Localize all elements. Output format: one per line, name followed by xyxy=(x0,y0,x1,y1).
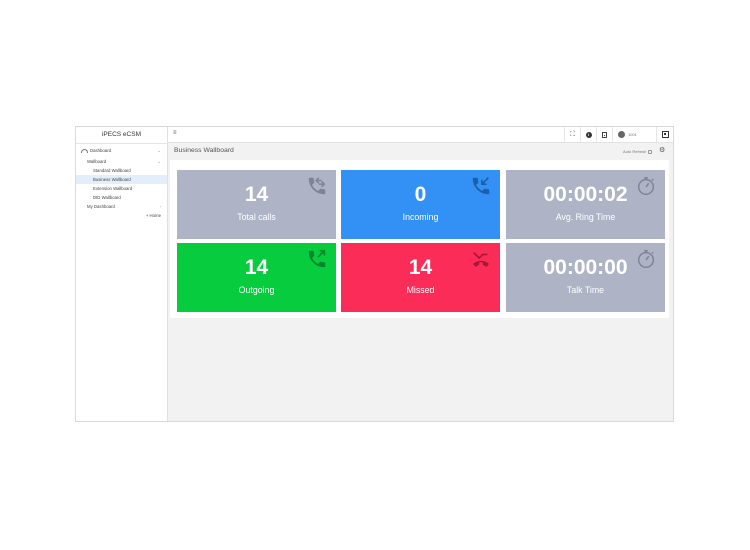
tile-value: 00:00:02 xyxy=(543,183,628,206)
tile-label: Missed xyxy=(406,285,435,295)
dashboard-icon xyxy=(81,148,88,153)
tile-value: 14 xyxy=(244,256,269,279)
auto-refresh-toggle[interactable]: Auto Refresh xyxy=(623,149,653,154)
tile-incoming: 0 Incoming xyxy=(341,170,500,239)
sidebar-item-label: Wallboard xyxy=(87,159,107,164)
brand-title: iPECS eCSM xyxy=(76,127,167,144)
document-icon xyxy=(602,131,607,138)
tile-label: Incoming xyxy=(402,212,439,222)
tile-missed: 14 Missed xyxy=(341,243,500,312)
add-home-link[interactable]: + Home xyxy=(76,211,167,220)
tile-value: 0 xyxy=(414,183,427,206)
sidebar-item-did-wallboard[interactable]: DID Wallboard xyxy=(76,193,167,202)
tile-label: Talk Time xyxy=(566,285,605,295)
sidebar-item-extension-wallboard[interactable]: Extension Wallboard xyxy=(76,184,167,193)
sidebar-item-label: Standard Wallboard xyxy=(93,168,131,173)
sidebar: iPECS eCSM Dashboard ⌄ Wallboard ⌄ Stand… xyxy=(76,127,168,421)
tile-label: Avg. Ring Time xyxy=(555,212,616,222)
app-window: iPECS eCSM Dashboard ⌄ Wallboard ⌄ Stand… xyxy=(75,126,674,422)
top-bar: ≡ ⛶ i 1001 xyxy=(168,127,673,143)
fullscreen-button[interactable]: ⛶ xyxy=(564,127,580,142)
tile-value: 14 xyxy=(408,256,433,279)
hamburger-menu-icon[interactable]: ≡ xyxy=(173,130,177,136)
avatar xyxy=(618,131,625,138)
tile-value: 14 xyxy=(244,183,269,206)
wallboard-panel: 14 Total calls 0 Incoming 00:00:02 Avg. … xyxy=(170,160,669,318)
user-menu[interactable]: 1001 xyxy=(612,127,656,142)
page-title: Business Wallboard xyxy=(174,147,234,154)
sidebar-item-dashboard[interactable]: Dashboard ⌄ xyxy=(76,146,167,155)
expand-icon: ⛶ xyxy=(570,131,575,138)
chevron-down-icon: ⌄ xyxy=(157,148,161,153)
sidebar-item-label: Business Wallboard xyxy=(93,177,131,182)
chevron-right-icon: › xyxy=(159,204,162,209)
user-name: 1001 xyxy=(628,132,637,137)
sidebar-item-business-wallboard[interactable]: Business Wallboard xyxy=(76,175,167,184)
sidebar-item-standard-wallboard[interactable]: Standard Wallboard xyxy=(76,166,167,175)
chevron-down-icon: ⌄ xyxy=(157,159,161,164)
tile-total-calls: 14 Total calls xyxy=(177,170,336,239)
layout-menu-button[interactable] xyxy=(656,127,673,142)
sidebar-item-label: DID Wallboard xyxy=(93,195,121,200)
layout-icon xyxy=(661,131,669,138)
tile-label: Outgoing xyxy=(238,285,275,295)
gear-icon[interactable]: ⚙ xyxy=(659,146,665,154)
auto-refresh-label: Auto Refresh xyxy=(623,149,647,154)
tile-avg-ring-time: 00:00:02 Avg. Ring Time xyxy=(506,170,665,239)
checkbox-icon[interactable] xyxy=(648,149,653,154)
sidebar-item-label: Extension Wallboard xyxy=(93,186,133,191)
tile-outgoing: 14 Outgoing xyxy=(177,243,336,312)
info-button[interactable]: i xyxy=(580,127,596,142)
sidebar-item-label: My Dashboard xyxy=(87,204,115,209)
sidebar-item-my-dashboard[interactable]: My Dashboard › xyxy=(76,202,167,211)
document-button[interactable] xyxy=(596,127,612,142)
info-icon: i xyxy=(585,131,592,138)
sidebar-item-label: Dashboard xyxy=(90,148,112,153)
sidebar-item-wallboard[interactable]: Wallboard ⌄ xyxy=(76,157,167,166)
tile-talk-time: 00:00:00 Talk Time xyxy=(506,243,665,312)
tile-label: Total calls xyxy=(237,212,276,222)
tile-value: 00:00:00 xyxy=(543,256,628,279)
